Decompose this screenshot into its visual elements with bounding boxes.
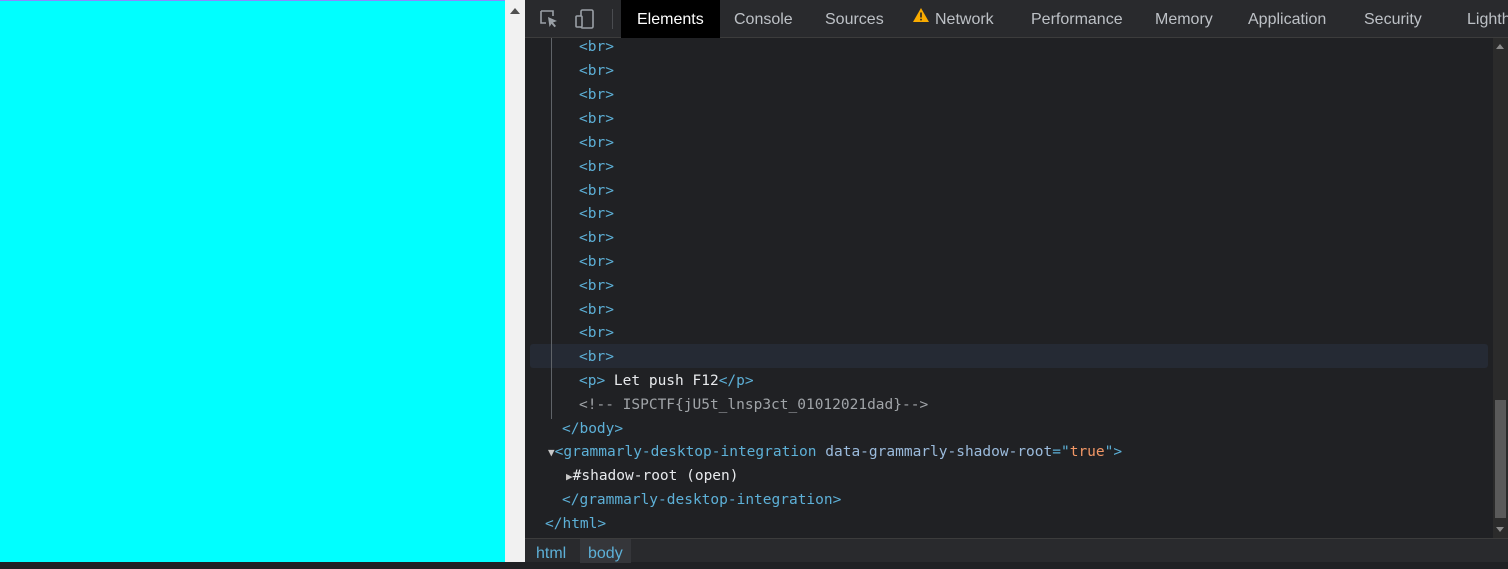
tab-lighthouse[interactable]: Lighth [1451,0,1508,38]
expand-triangle-icon[interactable]: ▼ [548,441,555,465]
tag-text: <grammarly-desktop-integration [554,444,817,460]
dom-node-grammarly[interactable]: ▼<grammarly-desktop-integration data-gra… [548,440,1122,464]
tag-text: <br> [579,39,614,55]
tag-text: <br> [579,111,614,127]
scroll-up-arrow-icon[interactable] [510,8,520,14]
tag-text: <br> [579,183,614,199]
tag-text: <br> [579,230,614,246]
dom-tree-scrollbar[interactable] [1493,38,1508,538]
tag-text: <br> [579,87,614,103]
attribute-name: data-grammarly-shadow-root [825,444,1053,460]
attribute-equals: =" [1052,444,1070,460]
dom-node-br[interactable]: <br> [579,107,614,131]
dom-node-comment[interactable]: <!-- ISPCTF{jU5t_lnsp3ct_01012021dad}--> [579,393,928,417]
indent-guide [551,38,552,419]
devtools-toolbar: Elements Console Sources Network Perform… [525,0,1508,38]
tab-network[interactable]: Network [897,0,1010,38]
shadow-root-text: #shadow-root (open) [572,468,739,484]
page-scrollbar[interactable] [505,0,525,562]
tab-label: Security [1364,11,1422,28]
dom-node-br[interactable]: <br> [579,298,614,322]
tab-security[interactable]: Security [1348,0,1438,38]
dom-node-shadow-root[interactable]: ▶#shadow-root (open) [566,464,739,488]
tab-application[interactable]: Application [1232,0,1342,38]
tag-text: </html> [545,516,607,532]
tag-text: <p> [579,373,606,389]
dom-node-br[interactable]: <br> [579,59,614,83]
tab-memory[interactable]: Memory [1139,0,1229,38]
dom-node-br-selected[interactable]: <br> [579,345,614,369]
devtools-panel: Elements Console Sources Network Perform… [525,0,1508,563]
toolbar-divider [612,9,613,29]
scroll-up-arrow-icon[interactable] [1496,44,1504,49]
breadcrumb-label: body [588,545,623,562]
tab-label: Lighth [1467,11,1508,28]
tab-performance[interactable]: Performance [1015,0,1139,38]
warning-icon [913,0,929,38]
tab-label: Application [1248,11,1327,28]
tag-text: </p> [718,373,754,389]
collapse-triangle-icon[interactable]: ▶ [566,465,573,489]
tab-label: Performance [1031,11,1123,28]
tab-label: Elements [637,11,704,28]
tag-text: <br> [579,206,614,222]
scroll-down-arrow-icon[interactable] [1496,527,1504,532]
dom-node-br[interactable]: <br> [579,321,614,345]
breadcrumb-html[interactable]: html [528,539,574,563]
tag-text: </body> [562,421,624,437]
tag-text: <br> [579,278,614,294]
dom-node-br[interactable]: <br> [579,155,614,179]
tag-text: <br> [579,349,614,365]
tag-text: <br> [579,302,614,318]
dom-node-body-close[interactable]: </body> [562,417,623,441]
tag-text: <br> [579,63,614,79]
breadcrumb-label: html [536,545,567,562]
selected-row-highlight [530,344,1488,368]
tab-label: Sources [825,11,884,28]
scrollbar-thumb[interactable] [1495,400,1506,518]
dom-node-br[interactable]: <br> [579,226,614,250]
tag-text: "> [1104,444,1123,460]
tag-text: <br> [579,159,614,175]
dom-tree: <br> <br> <br> <br> <br> <br> <br> <br> … [525,38,1493,538]
device-toolbar-icon[interactable] [575,9,595,29]
page-viewport [0,0,505,562]
dom-node-br[interactable]: <br> [579,250,614,274]
tab-console[interactable]: Console [718,0,809,38]
dom-node-html-close[interactable]: </html> [545,512,606,536]
tab-elements[interactable]: Elements [621,0,720,38]
comment-text: <!-- ISPCTF{jU5t_lnsp3ct_01012021dad}--> [579,397,929,413]
dom-node-br[interactable]: <br> [579,274,614,298]
dom-node-br[interactable]: <br> [579,202,614,226]
breadcrumb: html body [525,538,1508,563]
dom-node-br[interactable]: <br> [579,38,614,59]
tag-text: <br> [579,254,614,270]
text-node: Let push F12 [605,373,719,389]
dom-node-grammarly-close[interactable]: </grammarly-desktop-integration> [562,488,841,512]
tag-text: <br> [579,325,614,341]
breadcrumb-body[interactable]: body [580,539,631,563]
attribute-value: true [1069,444,1105,460]
tab-label: Memory [1155,11,1213,28]
tab-sources[interactable]: Sources [809,0,900,38]
tab-label: Console [734,11,793,28]
tag-text: </grammarly-desktop-integration> [562,492,842,508]
dom-node-br[interactable]: <br> [579,83,614,107]
dom-node-br[interactable]: <br> [579,131,614,155]
dom-node-br[interactable]: <br> [579,179,614,203]
tab-label: Network [935,11,994,28]
dom-node-p[interactable]: <p> Let push F12</p> [579,369,754,393]
tag-text: <br> [579,135,614,151]
inspect-element-icon[interactable] [539,9,559,29]
